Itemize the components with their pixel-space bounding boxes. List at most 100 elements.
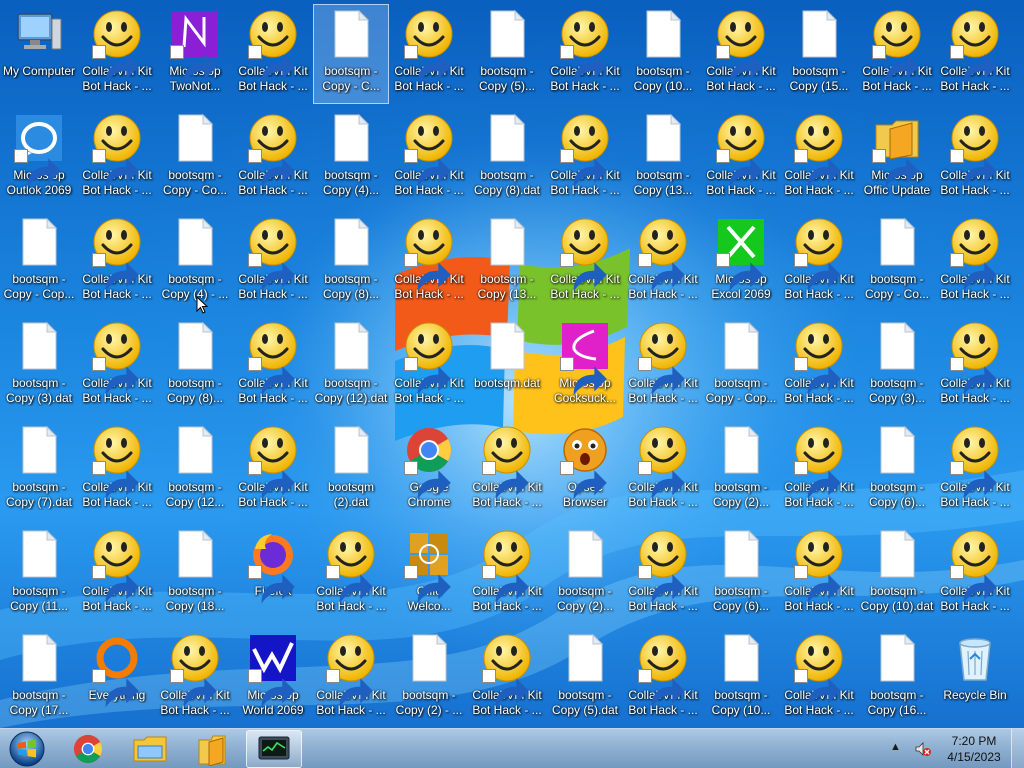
desktop-icon[interactable]: CollabVM Kit Bot Hack - ... xyxy=(781,420,857,520)
taskbar-button-chrome[interactable] xyxy=(60,730,116,768)
desktop-icon[interactable]: CollabVM Kit Bot Hack - ... xyxy=(79,316,155,416)
desktop-icon[interactable]: CollabVM Kit Bot Hack - ... xyxy=(391,4,467,104)
desktop-icon[interactable]: CollabVM Kit Bot Hack - ... xyxy=(157,628,233,728)
desktop-icon[interactable]: CollabVM Kit Bot Hack - ... xyxy=(79,524,155,624)
desktop-icon[interactable]: CollabVM Kit Bot Hack - ... xyxy=(625,212,701,312)
desktop-icon[interactable]: CollabVM Kit Bot Hack - ... xyxy=(625,524,701,624)
desktop-icon[interactable]: Microslop Outlok 2069 xyxy=(1,108,77,208)
desktop-icon[interactable]: bootsqm - Copy (6)... xyxy=(703,524,779,624)
desktop-icon[interactable]: bootsqm - Copy (15... xyxy=(781,4,857,104)
desktop-icon[interactable]: CollabVM Kit Bot Hack - ... xyxy=(937,212,1013,312)
desktop-icon[interactable]: bootsqm - Copy (13... xyxy=(625,108,701,208)
desktop-icon[interactable]: CollabVM Kit Bot Hack - ... xyxy=(703,4,779,104)
desktop-icon[interactable]: bootsqm - Copy (8)... xyxy=(313,212,389,312)
desktop-icon[interactable]: bootsqm - Copy (2) - ... xyxy=(391,628,467,728)
desktop-icon[interactable]: bootsqm - Copy (17... xyxy=(1,628,77,728)
system-clock[interactable]: 7:20 PM 4/15/2023 xyxy=(942,733,1006,765)
desktop-icon[interactable]: bootsqm - Copy - Cop... xyxy=(703,316,779,416)
desktop-icon[interactable]: bootsqm.dat xyxy=(469,316,545,416)
desktop-icon[interactable]: CollabVM Kit Bot Hack - ... xyxy=(625,316,701,416)
desktop-icon[interactable]: Microslop TwoNot... xyxy=(157,4,233,104)
volume-muted-icon[interactable] xyxy=(914,740,932,758)
desktop-icon[interactable]: Offic Welco... xyxy=(391,524,467,624)
desktop-icon[interactable]: bootsqm - Copy - Co... xyxy=(157,108,233,208)
desktop-icon[interactable]: bootsqm - Copy (13... xyxy=(469,212,545,312)
desktop-icon[interactable]: CollabVM Kit Bot Hack - ... xyxy=(391,108,467,208)
desktop-icon[interactable]: CollabVM Kit Bot Hack - ... xyxy=(391,316,467,416)
desktop-icon[interactable]: CollabVM Kit Bot Hack - ... xyxy=(781,108,857,208)
desktop-icon[interactable]: bootsqm - Copy (12).dat xyxy=(313,316,389,416)
start-button[interactable] xyxy=(2,730,52,768)
taskbar-button-folder-app[interactable] xyxy=(184,730,240,768)
desktop-icon[interactable]: CollabVM Kit Bot Hack - ... xyxy=(79,4,155,104)
desktop-icon[interactable]: CollabVM Kit Bot Hack - ... xyxy=(79,108,155,208)
desktop-icon[interactable]: CollabVM Kit Bot Hack - ... xyxy=(469,628,545,728)
desktop-icon[interactable]: bootsqm - Copy - Cop... xyxy=(1,212,77,312)
desktop-icon[interactable]: CollabVM Kit Bot Hack - ... xyxy=(469,524,545,624)
desktop-icon[interactable]: CollabVM Kit Bot Hack - ... xyxy=(859,4,935,104)
desktop-icon[interactable]: bootsqm (2).dat xyxy=(313,420,389,520)
desktop-icon[interactable]: bootsqm - Copy (3)... xyxy=(859,316,935,416)
desktop-icon[interactable]: CollabVM Kit Bot Hack - ... xyxy=(547,108,623,208)
desktop-icon[interactable]: CollabVM Kit Bot Hack - ... xyxy=(235,108,311,208)
desktop-icon[interactable]: CollabVM Kit Bot Hack - ... xyxy=(547,212,623,312)
desktop-icon[interactable]: CollabVM Kit Bot Hack - ... xyxy=(313,524,389,624)
show-hidden-icons-button[interactable]: ▲ xyxy=(890,741,904,755)
desktop-icon[interactable]: CollabVM Kit Bot Hack - ... xyxy=(79,420,155,520)
desktop-icon[interactable]: bootsqm - Copy (10... xyxy=(703,628,779,728)
desktop-icon[interactable]: Recycle Bin xyxy=(937,628,1013,728)
desktop-icon[interactable]: bootsqm - Copy - C... xyxy=(313,4,389,104)
desktop-icon[interactable]: CollabVM Kit Bot Hack - ... xyxy=(235,212,311,312)
desktop-icon[interactable]: bootsqm - Copy (11... xyxy=(1,524,77,624)
desktop-icon[interactable]: bootsqm - Copy (12... xyxy=(157,420,233,520)
desktop-icon[interactable]: Opsec Browser xyxy=(547,420,623,520)
desktop-icon[interactable]: bootsqm - Copy (7).dat xyxy=(1,420,77,520)
desktop-icon[interactable]: Microslop Excol 2069 xyxy=(703,212,779,312)
desktop-icon[interactable]: CollabVM Kit Bot Hack - ... xyxy=(79,212,155,312)
desktop-icon[interactable]: bootsqm - Copy (4)... xyxy=(313,108,389,208)
desktop-icon[interactable]: CollabVM Kit Bot Hack - ... xyxy=(625,420,701,520)
desktop-icon[interactable]: bootsqm - Copy (10... xyxy=(625,4,701,104)
desktop-icon[interactable]: CollabVM Kit Bot Hack - ... xyxy=(937,108,1013,208)
desktop-icon[interactable]: bootsqm - Copy (5).dat xyxy=(547,628,623,728)
desktop-icon[interactable]: bootsqm - Copy (16... xyxy=(859,628,935,728)
desktop-icon[interactable]: CollabVM Kit Bot Hack - ... xyxy=(781,524,857,624)
desktop-icon[interactable]: bootsqm - Copy (6)... xyxy=(859,420,935,520)
desktop-icon[interactable]: CollabVM Kit Bot Hack - ... xyxy=(391,212,467,312)
desktop-icon[interactable]: bootsqm - Copy (18... xyxy=(157,524,233,624)
taskbar-button-file-explorer[interactable] xyxy=(122,730,178,768)
desktop-icon[interactable]: Google Chrome xyxy=(391,420,467,520)
desktop-icon[interactable]: Microslop Offic Update xyxy=(859,108,935,208)
desktop-icon[interactable]: bootsqm - Copy (2)... xyxy=(547,524,623,624)
desktop-icon[interactable]: CollabVM Kit Bot Hack - ... xyxy=(781,212,857,312)
desktop-icon[interactable]: Microslop World 2069 xyxy=(235,628,311,728)
desktop-icon[interactable]: Firefox xyxy=(235,524,311,624)
desktop-icon[interactable]: CollabVM Kit Bot Hack - ... xyxy=(781,628,857,728)
desktop-icon[interactable]: CollabVM Kit Bot Hack - ... xyxy=(625,628,701,728)
desktop-icon[interactable]: bootsqm - Copy (4) - ... xyxy=(157,212,233,312)
desktop-icon[interactable]: CollabVM Kit Bot Hack - ... xyxy=(937,4,1013,104)
desktop-icon[interactable]: Microslop Cocksuck... xyxy=(547,316,623,416)
desktop-icon[interactable]: CollabVM Kit Bot Hack - ... xyxy=(469,420,545,520)
desktop-icon[interactable]: CollabVM Kit Bot Hack - ... xyxy=(703,108,779,208)
desktop-icon[interactable]: Everything xyxy=(79,628,155,728)
desktop-icon[interactable]: bootsqm - Copy (3).dat xyxy=(1,316,77,416)
desktop-icon[interactable]: CollabVM Kit Bot Hack - ... xyxy=(937,420,1013,520)
desktop-icon[interactable]: bootsqm - Copy (8)... xyxy=(157,316,233,416)
desktop-icon[interactable]: CollabVM Kit Bot Hack - ... xyxy=(547,4,623,104)
desktop-icon[interactable]: bootsqm - Copy (8).dat xyxy=(469,108,545,208)
desktop-icon[interactable]: bootsqm - Copy (2)... xyxy=(703,420,779,520)
desktop-icon[interactable]: CollabVM Kit Bot Hack - ... xyxy=(235,4,311,104)
desktop-icon[interactable]: bootsqm - Copy (5)... xyxy=(469,4,545,104)
desktop-icon[interactable]: CollabVM Kit Bot Hack - ... xyxy=(937,316,1013,416)
taskbar-button-task-manager[interactable] xyxy=(246,730,302,768)
desktop-icon[interactable]: bootsqm - Copy (10).dat xyxy=(859,524,935,624)
desktop-icon[interactable]: CollabVM Kit Bot Hack - ... xyxy=(235,420,311,520)
desktop-icon[interactable]: My Computer xyxy=(1,4,77,104)
desktop-icon[interactable]: CollabVM Kit Bot Hack - ... xyxy=(937,524,1013,624)
desktop-icon[interactable]: CollabVM Kit Bot Hack - ... xyxy=(313,628,389,728)
desktop-icon[interactable]: bootsqm - Copy - Co... xyxy=(859,212,935,312)
desktop-icon[interactable]: CollabVM Kit Bot Hack - ... xyxy=(235,316,311,416)
show-desktop-button[interactable] xyxy=(1011,729,1024,768)
desktop-icon[interactable]: CollabVM Kit Bot Hack - ... xyxy=(781,316,857,416)
